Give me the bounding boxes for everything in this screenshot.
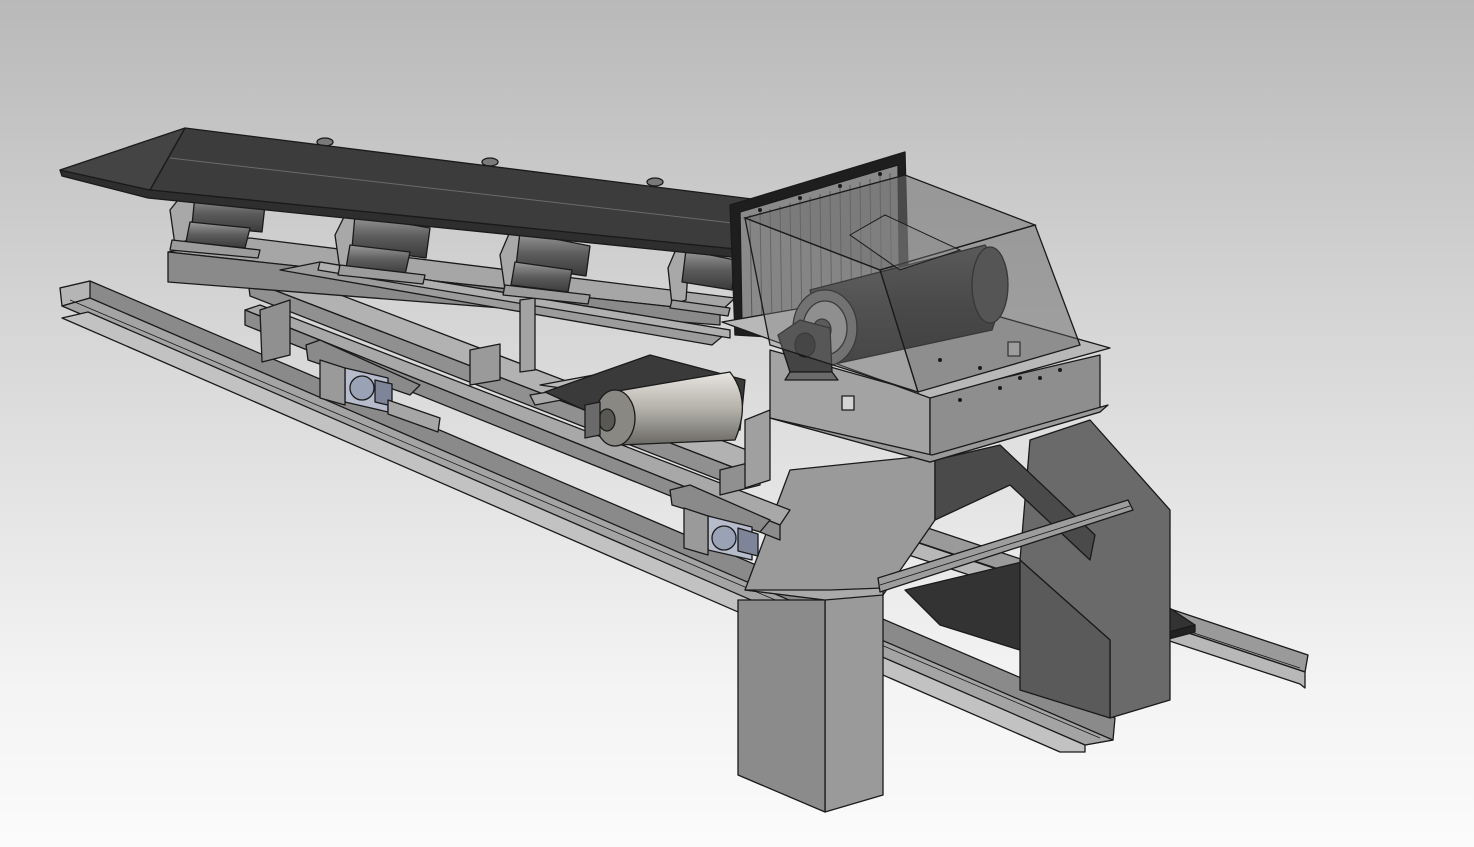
head-section[interactable] xyxy=(721,151,1111,463)
cad-viewport[interactable] xyxy=(0,0,1474,847)
conveyor-model[interactable] xyxy=(0,0,1474,847)
